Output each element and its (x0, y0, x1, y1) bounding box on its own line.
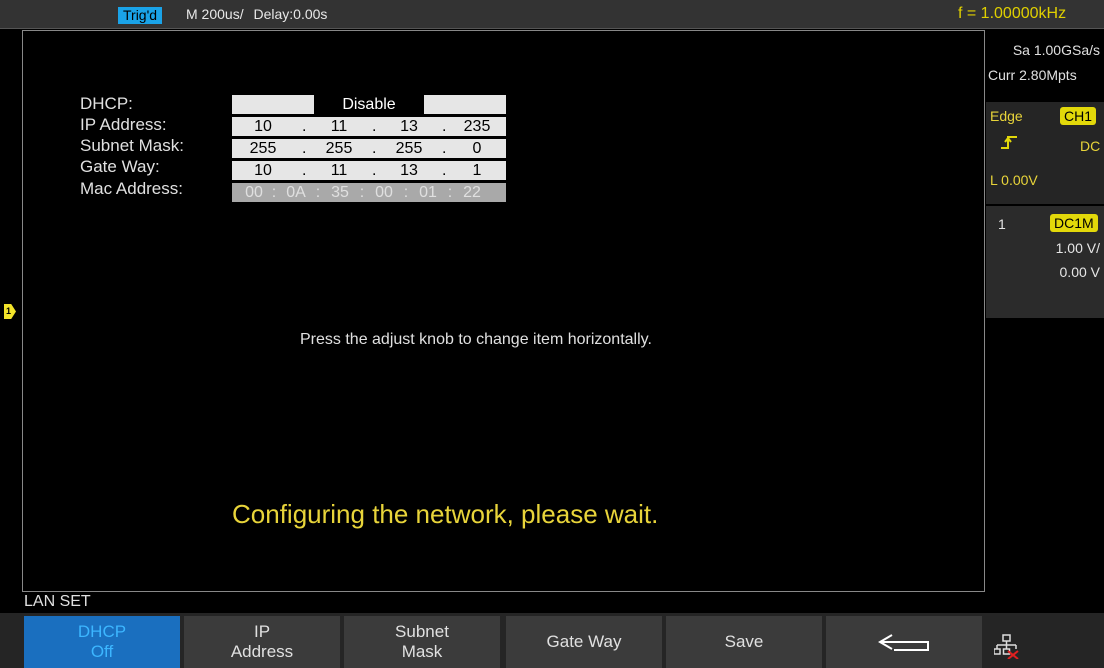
frequency-readout: f = 1.00000kHz (958, 5, 1067, 22)
trigger-type: Edge (990, 108, 1023, 124)
ip-octet-1: 10 (254, 118, 272, 135)
dhcp-softkey-value: Off (90, 642, 114, 661)
subnet-octet-2: 255 (325, 140, 353, 157)
mac-address-label: Mac Address: (80, 179, 183, 198)
memory-depth: Curr 2.80Mpts (988, 67, 1077, 83)
ch1-level-marker-icon[interactable]: 1 (4, 304, 16, 319)
ip-softkey-line2: Address (230, 642, 294, 661)
right-info-panel: Sa 1.00GSa/s Curr 2.80Mpts Edge CH1 DC L… (986, 30, 1104, 592)
trigger-source-badge: CH1 (1060, 107, 1097, 125)
rising-edge-icon (1000, 134, 1018, 155)
gateway-octet-4: 1 (472, 162, 482, 179)
gateway-softkey[interactable]: Gate Way (506, 616, 662, 668)
gateway-label: Gate Way: (80, 157, 160, 176)
save-softkey-label: Save (724, 632, 764, 651)
status-bar (0, 0, 1104, 29)
sample-rate: Sa 1.00GSa/s (1012, 42, 1100, 58)
dhcp-softkey[interactable]: DHCP Off (24, 616, 180, 668)
channel-scale: 1.00 V/ (1055, 240, 1100, 256)
subnet-octet-3: 255 (395, 140, 423, 157)
subnet-softkey-line1: Subnet (395, 622, 449, 641)
ip-address-field[interactable]: 10 . 11 . 13 . 235 (232, 117, 506, 136)
dhcp-label: DHCP: (80, 94, 133, 113)
timebase-readout: M 200us/ Delay:0.00s (186, 6, 327, 22)
mac-byte-2: 0A (286, 184, 306, 201)
subnet-mask-softkey[interactable]: Subnet Mask (344, 616, 500, 668)
channel-coupling-badge: DC1M (1050, 214, 1098, 232)
menu-title: LAN SET (24, 593, 91, 610)
trigger-coupling: DC (1080, 138, 1101, 154)
lan-status-area (986, 613, 1104, 668)
gateway-octet-1: 10 (254, 162, 272, 179)
ip-octet-3: 13 (400, 118, 418, 135)
channel-offset: 0.00 V (1059, 264, 1100, 280)
mac-byte-1: 00 (245, 184, 263, 201)
ip-softkey-line1: IP (253, 622, 271, 641)
channel1-info-box[interactable]: 1 DC1M 1.00 V/ 0.00 V (986, 204, 1104, 318)
trigger-info-box[interactable]: Edge CH1 DC L 0.00V (986, 102, 1104, 214)
mac-byte-3: 35 (331, 184, 349, 201)
ip-address-softkey[interactable]: IP Address (184, 616, 340, 668)
subnet-octet-1: 255 (249, 140, 277, 157)
trigger-level: L 0.00V (990, 172, 1038, 188)
timebase-value: M 200us/ (186, 6, 244, 22)
delay-value: Delay:0.00s (253, 6, 328, 22)
ip-octet-4: 235 (463, 118, 491, 135)
subnet-softkey-line2: Mask (401, 642, 443, 661)
return-arrow-icon (826, 631, 982, 653)
adjust-hint: Press the adjust knob to change item hor… (300, 331, 652, 348)
subnet-mask-label: Subnet Mask: (80, 136, 184, 155)
gateway-softkey-label: Gate Way (546, 632, 622, 651)
gateway-field[interactable]: 10 . 11 . 13 . 1 (232, 161, 506, 180)
mac-address-field: 00 : 0A : 35 : 00 : 01 : 22 (232, 183, 506, 202)
mac-byte-6: 22 (463, 184, 481, 201)
configuring-message: Configuring the network, please wait. (232, 499, 659, 529)
trigger-status-badge: Trig'd (118, 7, 163, 24)
save-softkey[interactable]: Save (666, 616, 822, 668)
network-icon (993, 633, 1020, 664)
back-softkey[interactable] (826, 616, 982, 668)
ip-octet-2: 11 (330, 118, 348, 135)
dhcp-value: Disable (314, 95, 424, 114)
dhcp-field[interactable]: Disable (232, 95, 506, 114)
gateway-octet-2: 11 (330, 162, 348, 179)
ip-address-label: IP Address: (80, 115, 167, 134)
subnet-mask-field[interactable]: 255 . 255 . 255 . 0 (232, 139, 506, 158)
dhcp-softkey-label: DHCP (77, 622, 127, 641)
mac-byte-4: 00 (375, 184, 393, 201)
channel-number: 1 (998, 216, 1006, 232)
mac-byte-5: 01 (419, 184, 437, 201)
subnet-octet-4: 0 (472, 140, 482, 157)
gateway-octet-3: 13 (400, 162, 418, 179)
